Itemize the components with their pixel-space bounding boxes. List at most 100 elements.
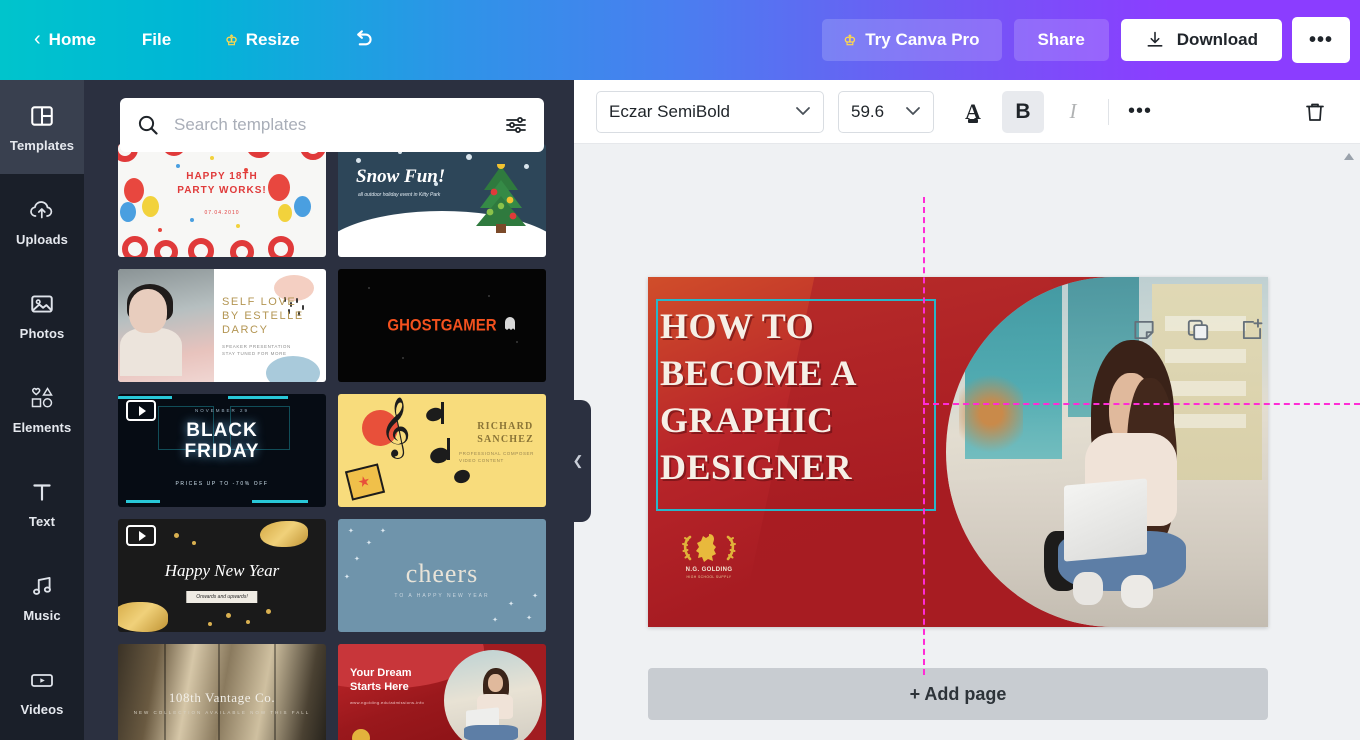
crown-icon: ♔ [225, 32, 238, 48]
more-options-label: ••• [1308, 28, 1333, 51]
home-button-label: Home [48, 30, 96, 49]
top-toolbar: ‹ Home File ♔ Resize ♔ Try Canva Pro Sha… [0, 0, 1360, 80]
template-card[interactable]: 𝄞 RICHARD SANCHEZ PROFESSIONAL COMPOSER … [338, 394, 546, 507]
music-note-icon [29, 571, 55, 601]
more-options-label: ••• [1127, 100, 1152, 122]
template-subtitle: NEW COLLECTION AVAILABLE NOW THIS FALL [133, 710, 311, 715]
toolbar-divider [1108, 98, 1109, 125]
headline-line: DESIGNER [660, 447, 853, 487]
headline-line: HOW TO [660, 306, 815, 346]
bold-button[interactable]: B [1002, 90, 1044, 133]
editor-area: Eczar SemiBold 59.6 A B I ••• HOW TO BEC… [574, 80, 1360, 740]
search-bar [120, 98, 544, 152]
italic-label: I [1069, 99, 1077, 123]
canva-editor-window: ‹ Home File ♔ Resize ♔ Try Canva Pro Sha… [0, 0, 1360, 740]
headline-line: BECOME A [660, 353, 858, 393]
sidebar-item-label: Uploads [16, 232, 68, 247]
template-card[interactable]: GHOSTGAMER [338, 269, 546, 382]
chevron-left-icon: ❮ [572, 453, 584, 468]
resize-button[interactable]: ♔ Resize [211, 20, 313, 60]
template-subtitle: PRICES UP TO -70% OFF [175, 481, 269, 487]
template-card[interactable]: ✦ ✦ ✦ ✦ ✦ ✦ ✦ ✦ ✦ cheers TO A HAPPY NEW … [338, 519, 546, 632]
panel-collapse-button[interactable]: ❮ [565, 400, 591, 522]
add-page-icon[interactable] [1238, 316, 1266, 344]
sliders-icon[interactable] [504, 113, 528, 137]
sidebar-item-text[interactable]: Text [0, 456, 84, 550]
try-canva-pro-button[interactable]: ♔ Try Canva Pro [821, 19, 1002, 61]
sidebar-item-music[interactable]: Music [0, 550, 84, 644]
delete-button[interactable] [1294, 91, 1336, 133]
woman-with-laptop [1043, 340, 1203, 613]
sidebar-item-templates[interactable]: Templates [0, 80, 84, 174]
undo-button[interactable] [336, 17, 390, 63]
download-button[interactable]: Download [1120, 19, 1282, 61]
font-size-select[interactable]: 59.6 [838, 90, 934, 133]
share-button[interactable]: Share [1013, 19, 1109, 61]
template-title: BLACK FRIDAY [184, 420, 260, 462]
templates-icon [29, 101, 55, 131]
sidebar-item-label: Text [28, 514, 56, 529]
sidebar-item-label: Templates [9, 138, 75, 153]
template-subtitle: www.ngolding.edu/admissions-info [350, 700, 425, 705]
template-title: Happy New Year [164, 561, 280, 580]
template-card[interactable]: Your Dream Starts Here www.ngolding.edu/… [338, 644, 546, 740]
font-family-value: Eczar SemiBold [609, 101, 730, 121]
horizontal-guide-line [923, 403, 1360, 405]
search-icon [136, 113, 160, 137]
download-button-label: Download [1176, 30, 1258, 49]
template-card[interactable]: Snow Fun! all outdoor holiday event in K… [338, 144, 546, 257]
template-date: 07.04.2010 [204, 210, 240, 216]
undo-arrow-icon [356, 30, 372, 46]
template-card[interactable]: Happy New Year Onwards and upwards! [118, 519, 326, 632]
download-icon [1147, 31, 1163, 47]
text-format-toolbar: Eczar SemiBold 59.6 A B I ••• [574, 80, 1360, 144]
text-more-options-button[interactable]: ••• [1119, 91, 1161, 133]
vertical-guide-line [923, 197, 925, 675]
template-title: HAPPY 18TH PARTY WORKS! [177, 171, 267, 196]
student-photo [444, 650, 542, 740]
sidebar-item-label: Videos [20, 702, 64, 717]
italic-button[interactable]: I [1052, 91, 1094, 133]
chevron-down-icon [795, 105, 811, 119]
image-icon [29, 289, 55, 319]
vertical-scrollbar[interactable] [1348, 144, 1358, 740]
cloud-upload-icon [28, 195, 56, 225]
template-card[interactable]: SELF LOVE BY ESTELLE DARCY SPEAKER PRESE… [118, 269, 326, 382]
page-action-icons [1130, 316, 1266, 344]
font-family-select[interactable]: Eczar SemiBold [596, 90, 824, 133]
template-title: Your Dream Starts Here [350, 667, 412, 693]
add-page-label: + Add page [909, 683, 1007, 704]
trash-icon [1306, 103, 1324, 121]
scroll-up-arrow-icon[interactable] [1342, 150, 1356, 164]
christmas-tree-icon [470, 161, 532, 241]
home-button[interactable]: ‹ Home [20, 20, 110, 60]
left-sidebar-rail: Templates Uploads Photos Elements Text M… [0, 80, 84, 740]
try-canva-pro-label: Try Canva Pro [865, 30, 980, 49]
chevron-left-icon: ‹ [34, 28, 41, 50]
lion-crest-icon [682, 534, 736, 562]
template-card[interactable]: HAPPY 18TH PARTY WORKS! 07.04.2010 [118, 144, 326, 257]
file-menu-button[interactable]: File [128, 20, 185, 60]
text-color-button[interactable]: A [952, 91, 994, 133]
sidebar-item-photos[interactable]: Photos [0, 268, 84, 362]
search-input[interactable] [160, 115, 504, 135]
share-button-label: Share [1037, 30, 1085, 49]
headline-text[interactable]: HOW TO BECOME A GRAPHIC DESIGNER [660, 303, 932, 491]
notes-icon[interactable] [1130, 316, 1158, 344]
sidebar-item-uploads[interactable]: Uploads [0, 174, 84, 268]
ghost-icon [505, 317, 515, 330]
headline-line: GRAPHIC [660, 400, 834, 440]
video-play-badge [126, 400, 156, 421]
template-card[interactable]: NOVEMBER 29 BLACK FRIDAY PRICES UP TO -7… [118, 394, 326, 507]
crest-logo[interactable]: N.G. GOLDING HIGH SCHOOL SUPPLY [678, 531, 740, 583]
more-options-button[interactable]: ••• [1292, 17, 1350, 63]
duplicate-page-icon[interactable] [1184, 316, 1212, 344]
add-page-button[interactable]: + Add page [648, 668, 1268, 720]
treble-clef-icon: 𝄞 [380, 399, 411, 456]
sidebar-item-elements[interactable]: Elements [0, 362, 84, 456]
template-title: Snow Fun! [356, 166, 446, 187]
template-card[interactable]: 108th Vantage Co. NEW COLLECTION AVAILAB… [118, 644, 326, 740]
sidebar-item-videos[interactable]: Videos [0, 644, 84, 738]
sidebar-item-label: Elements [12, 420, 72, 435]
font-size-value: 59.6 [851, 101, 885, 121]
